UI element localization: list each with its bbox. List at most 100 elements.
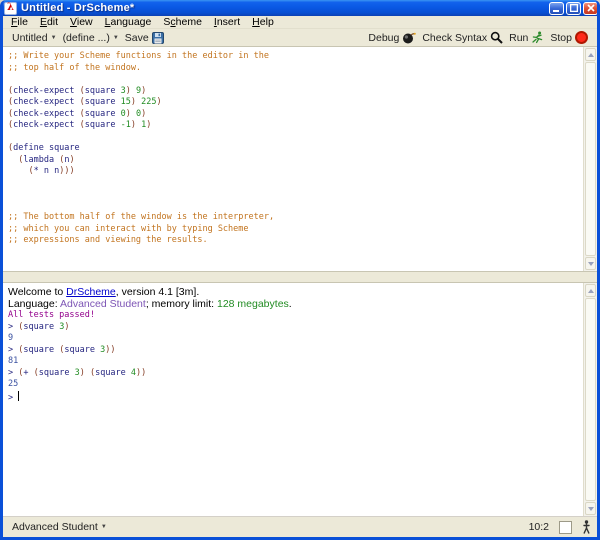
code-token: check-expect (13, 120, 80, 130)
code-line: 25 (8, 379, 583, 391)
check-syntax-button[interactable]: Check Syntax (419, 31, 506, 44)
bomb-icon (402, 31, 417, 44)
lambda-icon: λ (6, 2, 14, 13)
code-token: ) (64, 321, 70, 332)
chevron-down-icon: ▼ (112, 34, 119, 41)
memory-indicator-box (559, 520, 572, 534)
define-dropdown[interactable]: (define ...) ▼ (60, 32, 122, 44)
code-line: ;; which you can interact with by typing… (8, 224, 583, 236)
code-token: define square (13, 143, 80, 153)
code-token: )) (105, 344, 116, 355)
code-token: 225 (141, 97, 157, 107)
code-token: 81 (8, 356, 19, 366)
code-token: ;; Write your Scheme functions in the ed… (8, 51, 269, 61)
code-token: Advanced Student (59, 297, 146, 310)
code-line: All tests passed! (8, 310, 583, 322)
stop-button[interactable]: Stop (547, 31, 591, 44)
menu-insert[interactable]: Insert (208, 16, 246, 28)
statusbar-right: 10:2 (529, 520, 591, 534)
code-token: ))) (59, 166, 75, 176)
runner-icon (531, 31, 544, 44)
menu-file[interactable]: File (5, 16, 34, 28)
drscheme-window: λ Untitled - DrScheme* File Edit View La… (0, 0, 600, 540)
code-token: check-expect (13, 97, 80, 107)
scroll-down-button[interactable] (585, 502, 596, 515)
code-line: ;; top half of the window. (8, 63, 583, 75)
scroll-up-button[interactable] (585, 48, 596, 61)
code-token: * n n (33, 166, 60, 176)
arrow-down-icon (587, 506, 594, 511)
code-token: )) (136, 367, 147, 378)
code-line: ;; expressions and viewing the results. (8, 235, 583, 247)
code-token: ;; top half of the window. (8, 62, 142, 73)
code-token: ) (141, 85, 147, 96)
minimize-icon (553, 10, 559, 12)
close-button[interactable] (583, 1, 597, 15)
code-token: square (64, 344, 101, 355)
scroll-down-button[interactable] (585, 257, 596, 270)
definitions-pane[interactable]: ;; Write your Scheme functions in the ed… (3, 46, 597, 271)
toolbar: Untitled ▼ (define ...) ▼ Save Debug Check… (3, 29, 597, 46)
debug-button[interactable]: Debug (365, 31, 419, 44)
run-button[interactable]: Run (506, 31, 547, 44)
repl-scrollbar[interactable] (583, 283, 597, 516)
code-line: 9 (8, 333, 583, 345)
code-token: Language: (8, 297, 60, 310)
code-token: square (84, 85, 121, 96)
minimize-button[interactable] (549, 1, 564, 15)
editor-scrollbar[interactable] (583, 47, 597, 271)
code-token: square (84, 108, 121, 119)
code-line: ;; Write your Scheme functions in the ed… (8, 51, 583, 63)
close-icon (586, 4, 595, 12)
interactions-editor[interactable]: Welcome to DrScheme, version 4.1 [3m]. La… (3, 283, 583, 516)
drscheme-link[interactable]: DrScheme (66, 286, 116, 298)
scrollbar-thumb[interactable] (585, 298, 596, 501)
scrollbar-thumb[interactable] (585, 62, 596, 256)
code-token: square (84, 120, 121, 130)
menu-scheme[interactable]: Scheme (157, 16, 208, 28)
code-token: , version 4.1 [3m]. (115, 286, 200, 298)
code-line: (check-expect (square 15) 225) (8, 97, 583, 109)
code-token: square (38, 367, 75, 378)
code-token: check-expect (13, 85, 80, 96)
code-token: ) (79, 367, 90, 378)
window-title: Untitled - DrScheme* (21, 2, 135, 14)
chevron-down-icon: ▼ (50, 34, 57, 41)
scroll-up-button[interactable] (585, 284, 596, 297)
app-icon: λ (4, 1, 17, 15)
code-line: > (+ (square 3) (square 4)) (8, 368, 583, 380)
code-token: ;; which you can interact with by typing… (8, 223, 249, 234)
code-token: ;; The bottom half of the window is the … (8, 212, 275, 222)
pane-splitter[interactable] (3, 271, 597, 282)
maximize-icon (569, 4, 578, 12)
window-controls (549, 1, 597, 15)
file-dropdown[interactable]: Untitled ▼ (9, 32, 60, 44)
titlebar[interactable]: λ Untitled - DrScheme* (3, 0, 597, 16)
menu-help[interactable]: Help (246, 16, 280, 28)
code-token: square (23, 344, 60, 355)
code-token: -1 (120, 120, 131, 130)
code-line: > (square 3) (8, 322, 583, 334)
line-column-indicator: 10:2 (528, 521, 549, 533)
code-token: + (23, 367, 34, 378)
language-selector[interactable]: Advanced Student ▼ (9, 521, 110, 533)
code-token: 9 (8, 333, 14, 343)
menu-edit[interactable]: Edit (34, 16, 64, 28)
menu-language[interactable]: Language (99, 16, 158, 28)
code-line: ;; The bottom half of the window is the … (8, 212, 583, 224)
save-button[interactable]: Save (122, 31, 167, 44)
code-token: All tests passed! (8, 310, 95, 320)
maximize-button[interactable] (566, 1, 581, 15)
code-line: (define square (8, 143, 583, 155)
interactions-pane[interactable]: Welcome to DrScheme, version 4.1 [3m]. La… (3, 282, 597, 516)
definitions-editor[interactable]: ;; Write your Scheme functions in the ed… (3, 47, 583, 271)
menu-view[interactable]: View (64, 16, 99, 28)
code-token: ) (146, 120, 152, 130)
recycle-figure-icon (582, 520, 591, 534)
code-line: Language: Advanced Student; memory limit… (8, 297, 583, 311)
